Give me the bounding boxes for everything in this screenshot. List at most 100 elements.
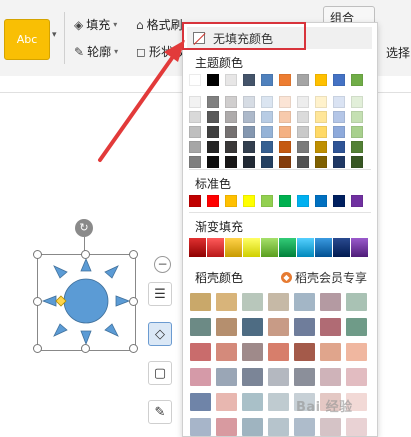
docer-color-swatch[interactable] — [294, 343, 315, 361]
theme-shade-swatch[interactable] — [279, 141, 291, 153]
standard-color-swatch[interactable] — [279, 195, 291, 207]
docer-color-swatch[interactable] — [320, 343, 341, 361]
theme-shade-swatch[interactable] — [297, 156, 309, 168]
theme-shade-swatch[interactable] — [225, 111, 237, 123]
docer-vip-badge[interactable]: ◆ 稻壳会员专享 — [281, 269, 367, 286]
resize-handle-n[interactable] — [81, 250, 90, 259]
docer-color-swatch[interactable] — [242, 393, 263, 411]
theme-color-swatch[interactable] — [225, 74, 237, 86]
theme-color-swatch[interactable] — [261, 74, 273, 86]
theme-shade-swatch[interactable] — [261, 141, 273, 153]
theme-shade-swatch[interactable] — [243, 141, 255, 153]
resize-handle-sw[interactable] — [33, 344, 42, 353]
docer-color-swatch[interactable] — [294, 368, 315, 386]
gradient-swatch[interactable] — [297, 238, 314, 257]
standard-color-swatch[interactable] — [315, 195, 327, 207]
docer-color-swatch[interactable] — [216, 368, 237, 386]
theme-shade-swatch[interactable] — [279, 96, 291, 108]
theme-shade-swatch[interactable] — [315, 156, 327, 168]
resize-handle-nw[interactable] — [33, 250, 42, 259]
theme-shade-swatch[interactable] — [225, 96, 237, 108]
theme-shade-swatch[interactable] — [261, 126, 273, 138]
shape-style-thumbnail[interactable]: Abc — [4, 19, 50, 60]
fill-button[interactable]: ◈ 填充 ▾ — [74, 16, 117, 33]
gradient-swatch[interactable] — [279, 238, 296, 257]
select-button[interactable]: 选择 — [386, 44, 410, 61]
standard-color-swatch[interactable] — [225, 195, 237, 207]
theme-color-swatch[interactable] — [333, 74, 345, 86]
docer-color-swatch[interactable] — [294, 293, 315, 311]
collapse-minus-icon[interactable]: − — [154, 256, 171, 273]
pen-icon[interactable]: ✎ — [148, 400, 172, 424]
theme-shade-swatch[interactable] — [207, 156, 219, 168]
standard-color-swatch[interactable] — [261, 195, 273, 207]
theme-shade-swatch[interactable] — [315, 141, 327, 153]
docer-color-swatch[interactable] — [216, 318, 237, 336]
theme-shade-swatch[interactable] — [279, 111, 291, 123]
theme-color-swatch[interactable] — [315, 74, 327, 86]
rotate-handle-icon[interactable]: ↻ — [75, 219, 93, 237]
docer-color-swatch[interactable] — [216, 418, 237, 436]
theme-shade-swatch[interactable] — [297, 141, 309, 153]
theme-shade-swatch[interactable] — [351, 126, 363, 138]
resize-handle-se[interactable] — [129, 344, 138, 353]
docer-color-swatch[interactable] — [190, 293, 211, 311]
theme-shade-swatch[interactable] — [207, 111, 219, 123]
docer-color-swatch[interactable] — [268, 418, 289, 436]
resize-handle-s[interactable] — [81, 344, 90, 353]
style-gallery-dropdown-icon[interactable]: ▾ — [52, 30, 57, 40]
gradient-swatch[interactable] — [225, 238, 242, 257]
standard-color-swatch[interactable] — [333, 195, 345, 207]
theme-color-swatch[interactable] — [243, 74, 255, 86]
theme-shade-swatch[interactable] — [243, 96, 255, 108]
gradient-swatch[interactable] — [351, 238, 368, 257]
theme-shade-swatch[interactable] — [261, 156, 273, 168]
theme-shade-swatch[interactable] — [207, 141, 219, 153]
docer-color-swatch[interactable] — [294, 318, 315, 336]
theme-shade-swatch[interactable] — [279, 156, 291, 168]
standard-color-swatch[interactable] — [297, 195, 309, 207]
theme-shade-swatch[interactable] — [243, 156, 255, 168]
theme-shade-swatch[interactable] — [333, 111, 345, 123]
theme-shade-swatch[interactable] — [207, 96, 219, 108]
docer-color-swatch[interactable] — [346, 418, 367, 436]
format-painter-button[interactable]: ⌂ 格式刷 — [136, 16, 183, 33]
outline-box-icon[interactable]: ▢ — [148, 361, 172, 385]
gradient-swatch[interactable] — [189, 238, 206, 257]
theme-shade-swatch[interactable] — [279, 126, 291, 138]
docer-color-swatch[interactable] — [268, 393, 289, 411]
theme-shade-swatch[interactable] — [225, 141, 237, 153]
docer-color-swatch[interactable] — [346, 368, 367, 386]
theme-shade-swatch[interactable] — [243, 126, 255, 138]
theme-shade-swatch[interactable] — [189, 126, 201, 138]
docer-color-swatch[interactable] — [190, 368, 211, 386]
docer-color-swatch[interactable] — [216, 393, 237, 411]
theme-shade-swatch[interactable] — [351, 156, 363, 168]
theme-shade-swatch[interactable] — [243, 111, 255, 123]
standard-color-swatch[interactable] — [243, 195, 255, 207]
theme-shade-swatch[interactable] — [333, 156, 345, 168]
docer-color-swatch[interactable] — [242, 293, 263, 311]
theme-shade-swatch[interactable] — [297, 96, 309, 108]
standard-color-swatch[interactable] — [207, 195, 219, 207]
theme-shade-swatch[interactable] — [333, 141, 345, 153]
standard-color-swatch[interactable] — [189, 195, 201, 207]
theme-shade-swatch[interactable] — [333, 126, 345, 138]
docer-color-swatch[interactable] — [216, 343, 237, 361]
docer-color-swatch[interactable] — [242, 418, 263, 436]
docer-color-swatch[interactable] — [320, 293, 341, 311]
gradient-swatch[interactable] — [243, 238, 260, 257]
theme-shade-swatch[interactable] — [333, 96, 345, 108]
theme-shade-swatch[interactable] — [351, 141, 363, 153]
docer-color-swatch[interactable] — [320, 418, 341, 436]
fill-bucket-icon[interactable]: ◇ — [148, 322, 172, 346]
docer-color-swatch[interactable] — [294, 418, 315, 436]
docer-color-swatch[interactable] — [190, 418, 211, 436]
docer-color-swatch[interactable] — [190, 343, 211, 361]
docer-color-swatch[interactable] — [320, 368, 341, 386]
theme-shade-swatch[interactable] — [207, 126, 219, 138]
theme-shade-swatch[interactable] — [225, 126, 237, 138]
docer-color-swatch[interactable] — [320, 318, 341, 336]
theme-shade-swatch[interactable] — [297, 126, 309, 138]
resize-handle-ne[interactable] — [129, 250, 138, 259]
